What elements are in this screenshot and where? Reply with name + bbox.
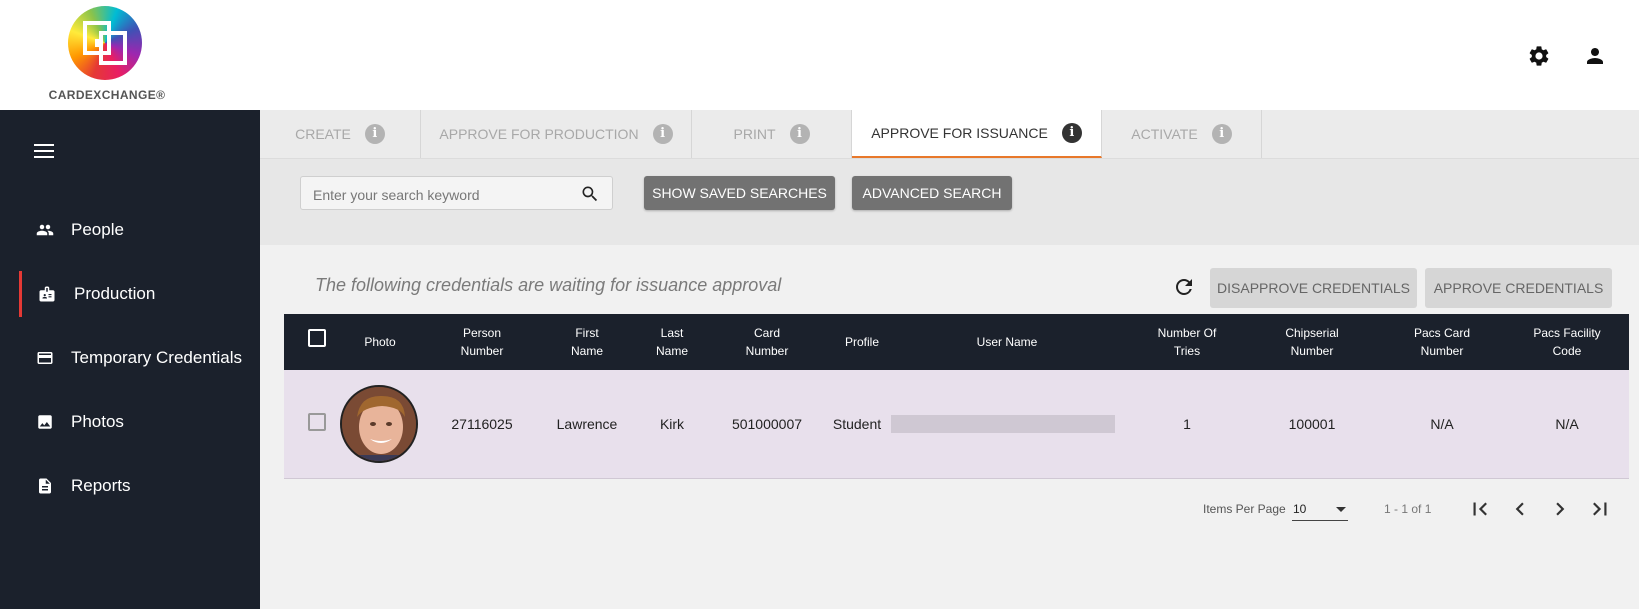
column-header-chipserial-number[interactable]: Chipserial Number [1257,314,1367,370]
cell-first-name: Lawrence [556,416,618,432]
cell-profile: Student [832,416,882,432]
sidebar: People Production Temporary Credentials … [0,110,260,609]
column-header-pacs-facility-code[interactable]: Pacs Facility Code [1507,314,1627,370]
column-header-last-name[interactable]: Last Name [637,314,707,370]
badge-icon [39,286,55,302]
sidebar-item-label: Photos [71,412,124,431]
cardexchange-logo[interactable]: CARDEXCHANGE® [44,6,170,104]
sidebar-item-label: Reports [71,476,131,495]
document-icon [39,478,51,494]
show-saved-searches-button[interactable]: SHOW SAVED SEARCHES [644,176,835,210]
hamburger-icon[interactable] [34,142,56,165]
column-header-first-name[interactable]: First Name [547,314,627,370]
table-header: Photo Person Number First Name Last Name… [284,314,1629,370]
info-icon[interactable]: i [1211,124,1232,144]
column-header-card-number[interactable]: Card Number [717,314,817,370]
tab-label: APPROVE FOR PRODUCTION [439,126,639,142]
tab-label: ACTIVATE [1131,126,1198,142]
advanced-search-button[interactable]: ADVANCED SEARCH [852,176,1012,210]
gear-icon[interactable] [1527,44,1551,68]
items-per-page-select[interactable]: 10 [1292,498,1348,521]
sidebar-item-reports[interactable]: Reports [0,463,260,509]
items-per-page-label: Items Per Page [1203,502,1286,516]
previous-page-icon[interactable] [1507,496,1533,522]
column-header-profile[interactable]: Profile [827,314,897,370]
info-icon[interactable]: i [364,124,385,144]
search-icon[interactable] [580,184,600,204]
cell-last-name: Kirk [659,416,685,432]
sidebar-item-people[interactable]: People [0,207,260,253]
cell-user-name-redacted [891,415,1115,433]
person-photo[interactable] [340,385,418,463]
main-content: CREATE i APPROVE FOR PRODUCTION i PRINT … [260,110,1639,609]
tab-label: APPROVE FOR ISSUANCE [871,125,1048,141]
tab-approve-for-issuance[interactable]: APPROVE FOR ISSUANCE i [852,110,1102,158]
sidebar-item-label: Production [74,284,156,303]
table-row[interactable]: 27116025 Lawrence Kirk 501000007 Student… [284,370,1629,479]
image-icon [38,415,52,429]
people-icon [36,224,54,236]
tab-approve-for-production[interactable]: APPROVE FOR PRODUCTION i [421,110,692,158]
logo-text: CARDEXCHANGE® [48,88,166,102]
cell-number-of-tries: 1 [1183,416,1191,432]
sidebar-item-temporary-credentials[interactable]: Temporary Credentials [0,335,260,381]
next-page-icon[interactable] [1547,496,1573,522]
cell-pacs-card-number: N/A [1430,416,1454,432]
row-checkbox[interactable] [308,413,326,431]
sidebar-item-label: People [71,220,124,239]
caret-down-icon [1336,507,1346,512]
column-header-number-of-tries[interactable]: Number Of Tries [1137,314,1237,370]
tab-activate[interactable]: ACTIVATE i [1102,110,1262,158]
approve-credentials-button[interactable]: APPROVE CREDENTIALS [1425,268,1612,308]
sidebar-item-label: Temporary Credentials [71,348,243,367]
info-icon[interactable]: i [789,124,810,144]
column-header-person-number[interactable]: Person Number [437,314,527,370]
refresh-icon[interactable] [1172,275,1196,299]
search-bar: SHOW SAVED SEARCHES ADVANCED SEARCH [260,159,1639,245]
person-icon[interactable] [1583,44,1607,68]
select-all-checkbox[interactable] [308,329,326,347]
app-header: CARDEXCHANGE® [0,0,1639,110]
sidebar-item-photos[interactable]: Photos [0,399,260,445]
column-header-photo[interactable]: Photo [342,314,418,370]
disapprove-credentials-button[interactable]: DISAPPROVE CREDENTIALS [1210,268,1417,308]
search-box [300,176,613,210]
card-icon [37,352,53,364]
sidebar-item-production[interactable]: Production [0,271,260,317]
page-range-label: 1 - 1 of 1 [1384,502,1432,516]
search-input[interactable] [311,184,575,206]
cell-person-number: 27116025 [451,416,513,432]
tab-create[interactable]: CREATE i [260,110,421,158]
tab-print[interactable]: PRINT i [692,110,852,158]
cell-card-number: 501000007 [731,416,803,432]
tab-label: PRINT [733,126,776,142]
section-title: The following credentials are waiting fo… [315,275,782,295]
info-icon[interactable]: i [652,124,673,144]
first-page-icon[interactable] [1467,496,1493,522]
workflow-tabs: CREATE i APPROVE FOR PRODUCTION i PRINT … [260,110,1639,159]
last-page-icon[interactable] [1587,496,1613,522]
cell-pacs-facility-code: N/A [1555,416,1579,432]
items-per-page-value: 10 [1293,502,1307,516]
logo-mark-icon [68,6,142,80]
column-header-pacs-card-number[interactable]: Pacs Card Number [1387,314,1497,370]
cell-chipserial-number: 100001 [1288,416,1336,432]
column-header-user-name[interactable]: User Name [897,314,1117,370]
info-icon[interactable]: i [1061,123,1082,143]
tab-label: CREATE [295,126,351,142]
